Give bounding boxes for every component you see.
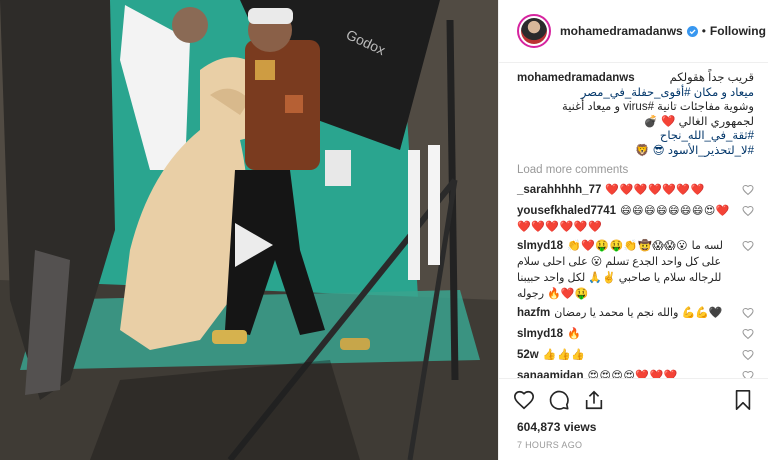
comment-text: 🔥: [567, 328, 582, 340]
caption-line: لجمهوري الغالي ❤️ 💣: [643, 115, 754, 128]
heart-outline-icon[interactable]: [742, 307, 754, 319]
post-side-panel: mohamedramadanws • Following mohamedrama…: [498, 0, 768, 460]
comment-username[interactable]: 52w: [517, 349, 539, 361]
comment: sanaamidan 😍😍😍😍❤️❤️❤️: [517, 368, 754, 378]
header-separator: •: [701, 24, 706, 38]
heart-icon[interactable]: [513, 389, 535, 411]
heart-outline-icon[interactable]: [742, 349, 754, 361]
share-icon[interactable]: [583, 389, 605, 411]
heart-outline-icon[interactable]: [742, 205, 754, 217]
load-more-comments-link[interactable]: Load more comments: [517, 164, 754, 176]
post-video[interactable]: Godox: [0, 0, 498, 460]
heart-outline-icon[interactable]: [742, 184, 754, 196]
comment: yousefkhaled7741 😄😄😄😄😄😄😄😍❤️❤️❤️❤️❤️❤️❤️: [517, 203, 754, 235]
heart-outline-icon[interactable]: [742, 240, 754, 252]
comment-text: والله نجم يا محمد يا رمضان 💪💪🖤: [554, 307, 723, 319]
avatar[interactable]: [517, 14, 551, 48]
comment-username[interactable]: yousefkhaled7741: [517, 205, 616, 217]
comment: hazfm والله نجم يا محمد يا رمضان 💪💪🖤: [517, 305, 754, 323]
caption: mohamedramadanws قريب جداً هقولكم ميعاد …: [517, 71, 754, 158]
post-timestamp[interactable]: 7 HOURS AGO: [499, 436, 768, 460]
caption-line: وشوية مفاجئات تانية #virus و ميعاد أغنية: [562, 101, 754, 113]
comment-username[interactable]: _sarahhhhh_77: [517, 184, 601, 196]
caption-line[interactable]: ميعاد و مكان #أقوى_حفلة_في_مصر: [517, 86, 754, 101]
comment-username[interactable]: sanaamidan: [517, 370, 583, 378]
verified-badge-icon: [686, 25, 698, 37]
comment-username[interactable]: slmyd18: [517, 240, 563, 252]
bookmark-icon[interactable]: [732, 389, 754, 411]
comment: _sarahhhhh_77 ❤️❤️❤️❤️❤️❤️❤️: [517, 182, 754, 200]
heart-outline-icon[interactable]: [742, 370, 754, 378]
caption-line[interactable]: #ثقة_في_الله_نجاح: [517, 129, 754, 144]
comment: slmyd18 👏❤️🤑🤑👏🤠😱😱😮 لسه ما على كل واحد الج…: [517, 238, 754, 302]
comment-icon[interactable]: [548, 389, 570, 411]
play-icon[interactable]: [221, 215, 281, 275]
action-bar: [499, 378, 768, 420]
post-header: mohamedramadanws • Following: [499, 0, 768, 63]
following-button[interactable]: Following: [710, 24, 766, 38]
comment-username[interactable]: slmyd18: [517, 328, 563, 340]
header-username[interactable]: mohamedramadanws: [560, 24, 683, 38]
comment-text: 😍😍😍😍❤️❤️❤️: [587, 370, 678, 378]
caption-line[interactable]: #لا_لتحذير_الأسود 😎 🦁: [517, 144, 754, 159]
comment: slmyd18 🔥: [517, 326, 754, 344]
comment-text: 👍👍👍: [542, 349, 586, 361]
comment: 52w 👍👍👍: [517, 347, 754, 365]
comment-text: ❤️❤️❤️❤️❤️❤️❤️: [605, 184, 705, 196]
comment-username[interactable]: hazfm: [517, 307, 550, 319]
comments-list: mohamedramadanws قريب جداً هقولكم ميعاد …: [499, 63, 768, 378]
caption-username[interactable]: mohamedramadanws: [517, 71, 635, 86]
view-count[interactable]: 604,873 views: [499, 420, 768, 436]
heart-outline-icon[interactable]: [742, 328, 754, 340]
